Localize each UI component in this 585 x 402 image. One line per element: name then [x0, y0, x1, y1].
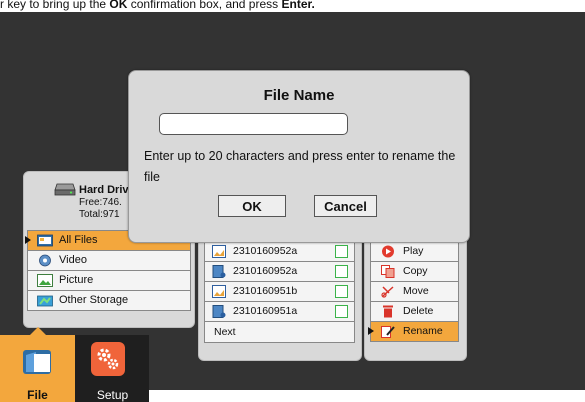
caption-mid: confirmation box, and press: [127, 0, 282, 11]
bottom-nav: File Setup: [0, 327, 149, 402]
category-video[interactable]: Video: [27, 251, 191, 271]
file-name: 2310160952a: [233, 245, 298, 257]
file-name: 2310160952a: [233, 265, 298, 277]
nav-setup-tab[interactable]: Setup: [75, 335, 149, 402]
file-select-checkbox[interactable]: [335, 265, 348, 278]
action-list: Play Copy Move Delete Rename: [368, 241, 459, 342]
file-list-panel: 2310160952a 2310160952a 2310160951b 2310…: [198, 228, 362, 361]
gear-glyph-icon: [97, 348, 119, 370]
file-select-checkbox[interactable]: [335, 245, 348, 258]
file-name-dialog: File Name Enter up to 20 characters and …: [128, 70, 470, 243]
ok-button[interactable]: OK: [218, 195, 286, 217]
action-move[interactable]: Move: [370, 282, 459, 302]
file-name: 2310160951a: [233, 305, 298, 317]
file-name: 2310160951b: [233, 285, 298, 297]
action-label: Move: [403, 285, 429, 297]
nav-setup-label: Setup: [96, 388, 129, 402]
video-icon: [39, 254, 51, 267]
file-select-checkbox[interactable]: [335, 285, 348, 298]
trash-icon: [383, 305, 393, 318]
action-delete[interactable]: Delete: [370, 302, 459, 322]
file-folder-icon: [23, 350, 51, 374]
category-label: Picture: [59, 274, 94, 286]
drive-total-space: Total:971: [79, 209, 120, 220]
drive-name: Hard Driv: [79, 184, 129, 196]
file-row[interactable]: 2310160952a: [204, 241, 355, 262]
nav-file-tab[interactable]: File: [0, 327, 75, 402]
file-name-input[interactable]: [159, 113, 348, 135]
hard-drive-icon: [54, 183, 76, 196]
scissors-icon: [381, 286, 394, 298]
picture-file-icon: [212, 285, 226, 298]
action-play[interactable]: Play: [370, 241, 459, 262]
dialog-message: Enter up to 20 characters and press ente…: [144, 149, 456, 184]
file-list: 2310160952a 2310160952a 2310160951b 2310…: [204, 241, 355, 343]
caption-pre: r key to bring up the: [0, 0, 110, 11]
copy-icon: [381, 265, 395, 278]
action-label: Play: [403, 245, 424, 257]
other-storage-icon: [37, 295, 53, 307]
action-label: Rename: [403, 325, 443, 337]
dialog-title: File Name: [263, 87, 335, 104]
category-picture[interactable]: Picture: [27, 271, 191, 291]
caption-bold-enter: Enter.: [281, 0, 315, 11]
selection-arrow-icon: [25, 236, 31, 244]
drive-free-space: Free:746.: [79, 197, 122, 208]
category-other-storage[interactable]: Other Storage: [27, 291, 191, 311]
nav-file-label: File: [27, 388, 48, 402]
picture-icon: [37, 274, 53, 287]
video-file-icon: [212, 305, 226, 318]
action-copy[interactable]: Copy: [370, 262, 459, 282]
action-label: Delete: [403, 305, 434, 317]
file-select-checkbox[interactable]: [335, 305, 348, 318]
picture-file-icon: [212, 245, 226, 258]
selection-arrow-icon: [368, 327, 374, 335]
next-page-button[interactable]: Next: [204, 322, 355, 343]
gear-icon: [91, 342, 125, 376]
file-action-panel: Play Copy Move Delete Rename: [364, 228, 467, 361]
instruction-caption: r key to bring up the OK confirmation bo…: [0, 0, 585, 12]
category-label: Other Storage: [59, 294, 129, 306]
action-rename[interactable]: Rename: [368, 322, 459, 342]
category-label: Video: [59, 254, 87, 266]
folder-icon: [37, 234, 53, 247]
video-file-icon: [212, 265, 226, 278]
rename-icon: [381, 326, 395, 338]
file-row[interactable]: 2310160952a: [204, 262, 355, 282]
active-tab-pointer: [30, 327, 46, 335]
caption-bold-ok: OK: [109, 0, 128, 11]
dvr-screen: Hard Driv Free:746. Total:971 All Files …: [0, 12, 585, 402]
category-label: All Files: [59, 234, 98, 246]
action-label: Copy: [403, 265, 428, 277]
file-row[interactable]: 2310160951b: [204, 282, 355, 302]
play-icon: [382, 245, 394, 258]
cancel-button[interactable]: Cancel: [314, 195, 377, 217]
file-row[interactable]: 2310160951a: [204, 302, 355, 322]
